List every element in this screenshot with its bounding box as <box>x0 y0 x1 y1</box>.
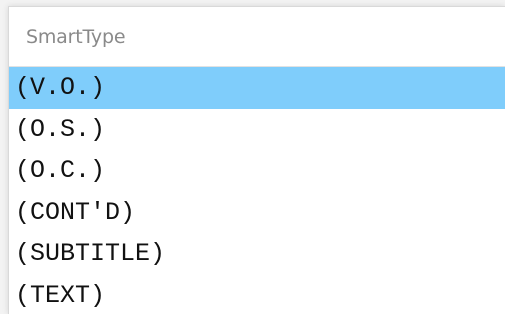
list-item-oc[interactable]: (O.C.) <box>9 150 505 192</box>
list-item-vo[interactable]: (V.O.) <box>9 67 505 109</box>
list-item-os[interactable]: (O.S.) <box>9 109 505 151</box>
smarttype-list: (V.O.) (O.S.) (O.C.) (CONT'D) (SUBTITLE)… <box>9 67 505 314</box>
smarttype-popup: SmartType (V.O.) (O.S.) (O.C.) (CONT'D) … <box>8 6 505 314</box>
list-item-text[interactable]: (TEXT) <box>9 275 505 314</box>
smarttype-header: SmartType <box>9 7 505 67</box>
smarttype-title: SmartType <box>26 25 126 48</box>
list-item-contd[interactable]: (CONT'D) <box>9 192 505 234</box>
list-item-subtitle[interactable]: (SUBTITLE) <box>9 233 505 275</box>
